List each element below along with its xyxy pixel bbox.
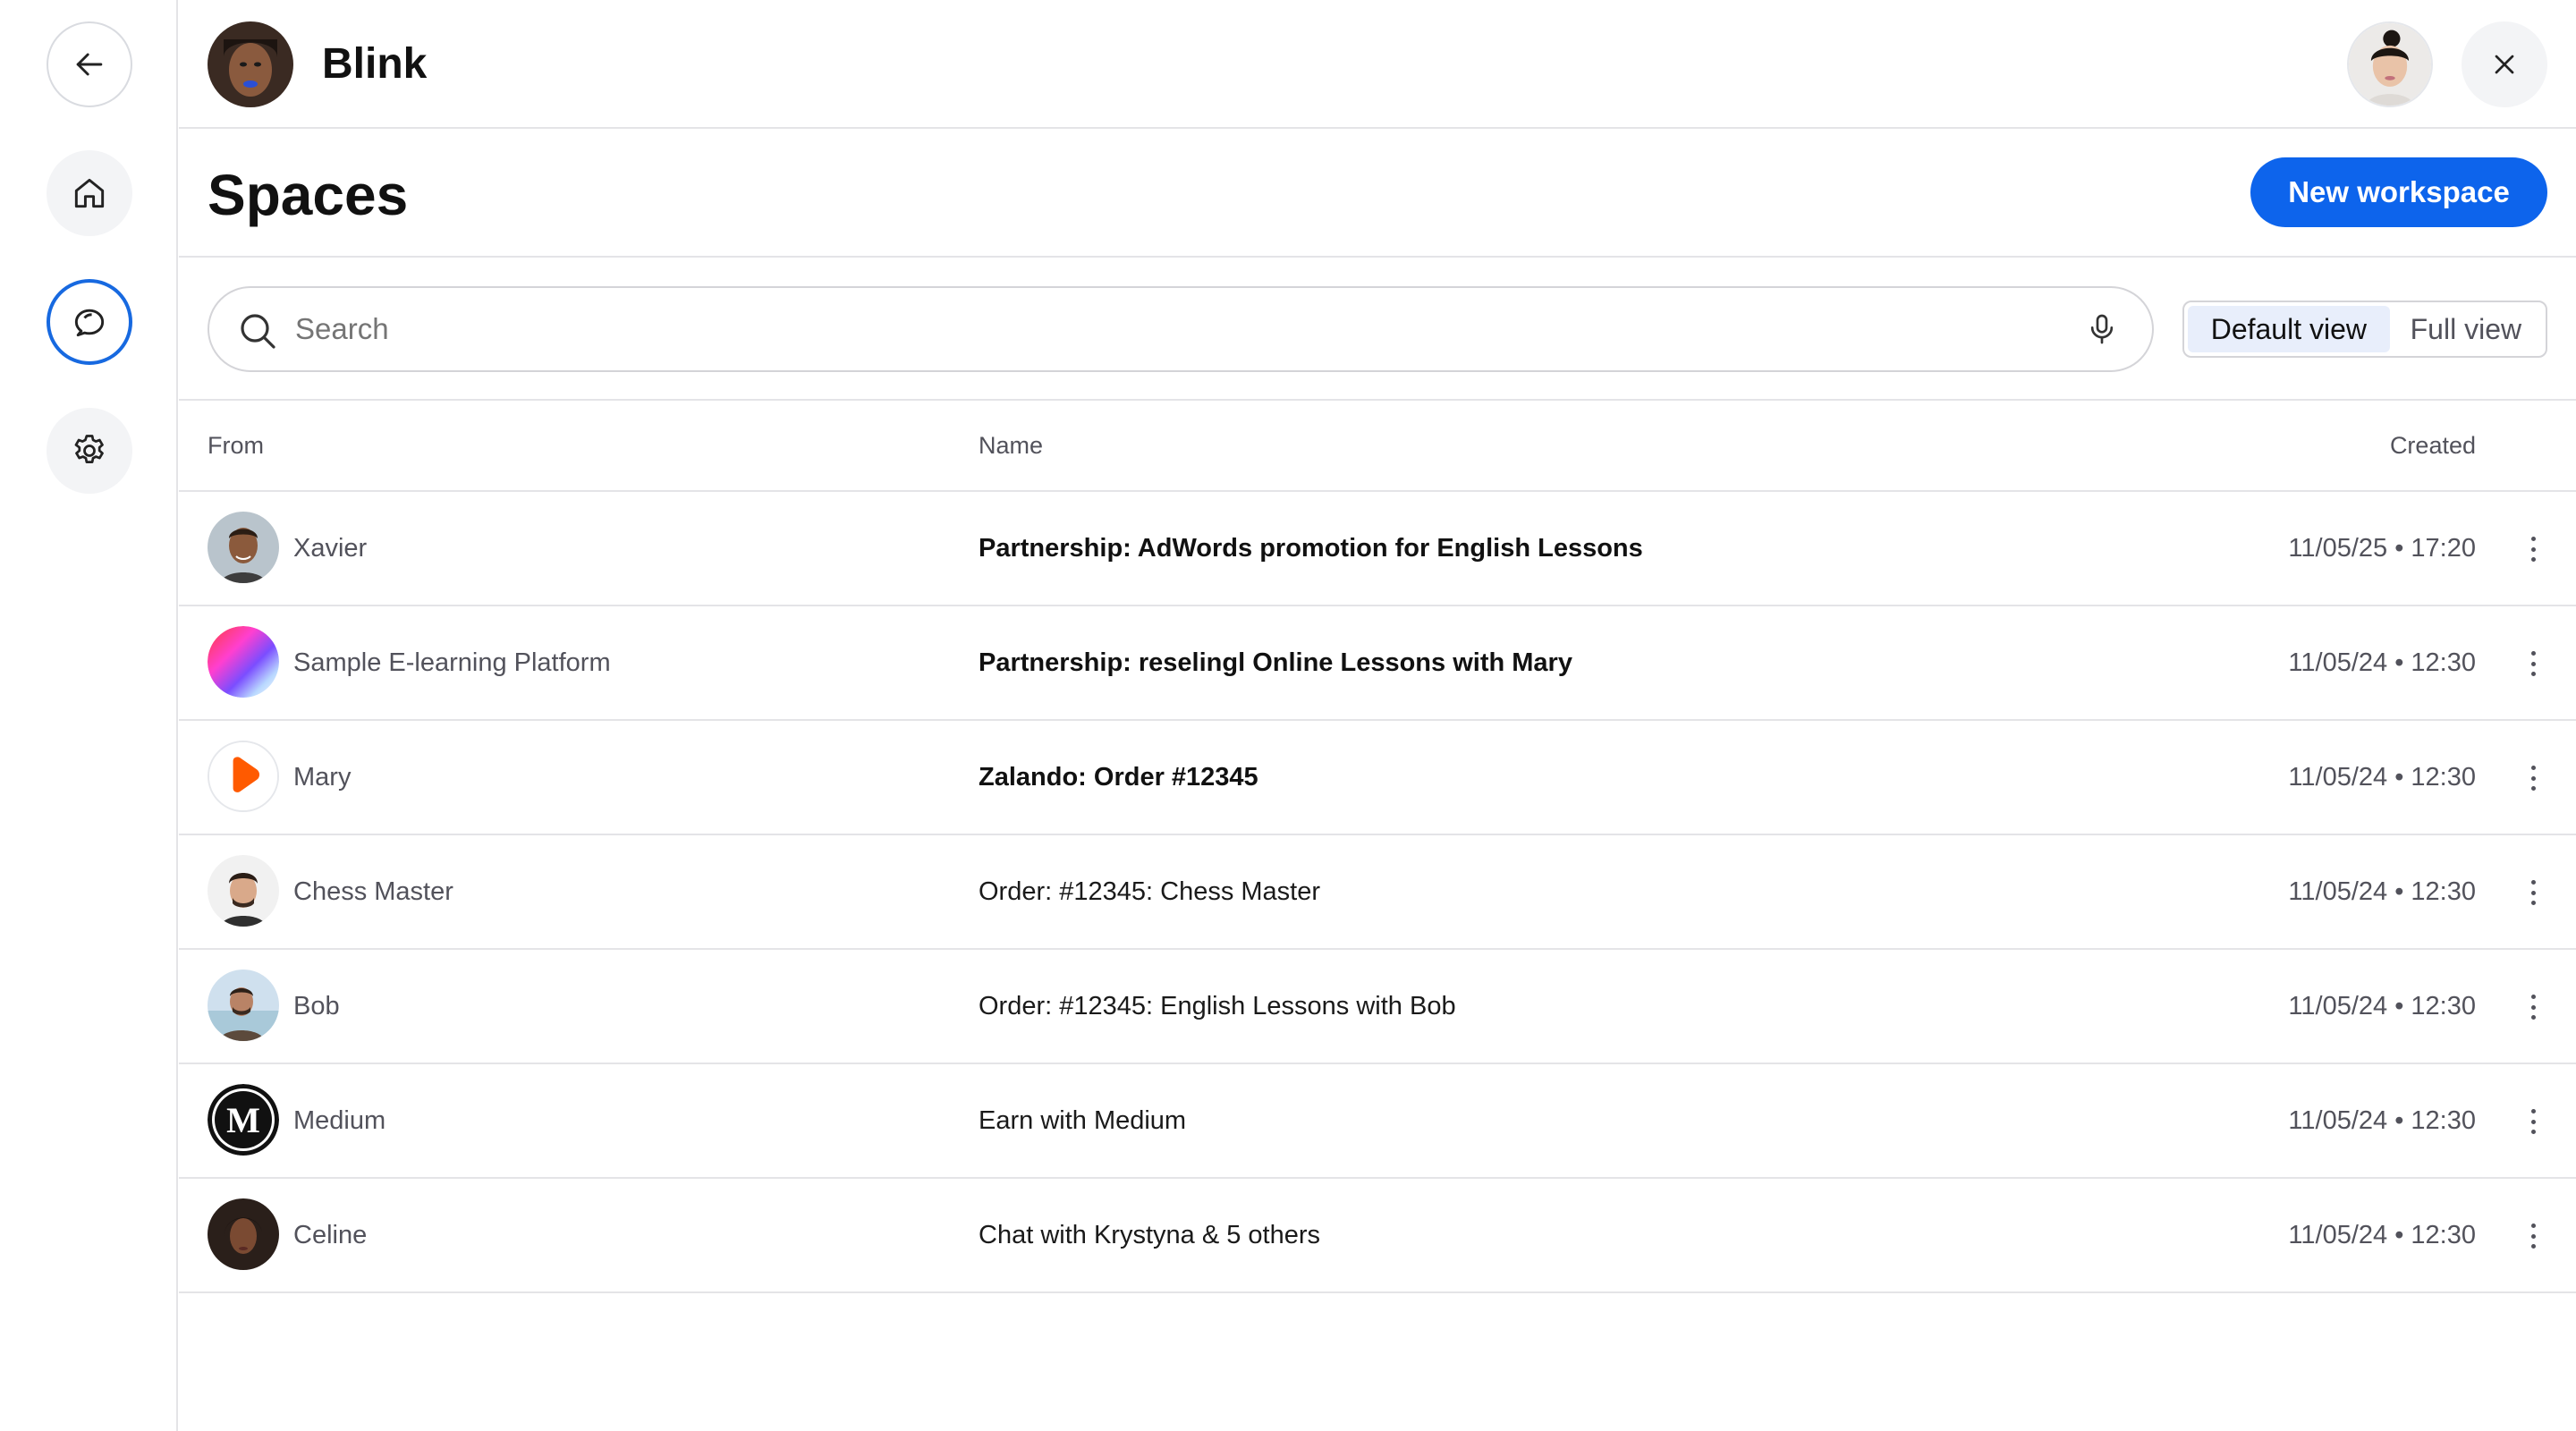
sender-avatar [208,855,279,927]
column-header-created[interactable]: Created [2390,401,2476,490]
top-bar: Blink [179,0,2576,129]
row-name: Order: #12345: Chess Master [979,877,1321,906]
row-created: 11/05/24 • 12:30 [2288,877,2476,906]
row-created: 11/05/24 • 12:30 [2288,648,2476,677]
more-vertical-icon[interactable] [2522,989,2544,1025]
sender-avatar [208,970,279,1041]
home-icon [74,178,105,208]
row-name: Earn with Medium [979,1106,1187,1135]
table-row[interactable]: Sample E-learning Platform Partnership: … [179,606,2576,721]
app-name: Blink [322,40,428,88]
chat-bubbles-icon [74,309,105,337]
home-button[interactable] [47,150,132,236]
view-toggle: Default view Full view [2182,301,2547,358]
sender-avatar [208,626,279,698]
spaces-list: Xavier Partnership: AdWords promotion fo… [179,492,2576,1293]
table-row[interactable]: Xavier Partnership: AdWords promotion fo… [179,492,2576,606]
row-name: Order: #12345: English Lessons with Bob [979,992,1456,1020]
row-name: Partnership: reselingl Online Lessons wi… [979,648,1572,677]
more-vertical-icon[interactable] [2522,646,2544,682]
title-bar: Spaces New workspace [179,129,2576,258]
spaces-button[interactable] [47,279,132,365]
gear-icon [74,435,104,464]
left-rail [0,0,178,1431]
row-from: Chess Master [293,877,453,906]
row-from: Sample E-learning Platform [293,648,611,677]
microphone-icon[interactable] [2084,311,2120,347]
row-created: 11/05/25 • 17:20 [2288,534,2476,563]
table-row[interactable]: Bob Order: #12345: English Lessons with … [179,950,2576,1064]
more-vertical-icon[interactable] [2522,760,2544,796]
row-name: Zalando: Order #12345 [979,763,1258,792]
back-arrow-icon [76,53,103,76]
search-input[interactable] [293,288,1993,370]
settings-button[interactable] [47,408,132,494]
page-title: Spaces [208,163,409,227]
svg-text:M: M [226,1100,260,1140]
close-button[interactable] [2462,21,2547,107]
row-from: Mary [293,763,352,792]
column-header-name[interactable]: Name [979,401,1043,490]
sender-avatar [208,512,279,583]
row-created: 11/05/24 • 12:30 [2288,763,2476,792]
sender-avatar [208,1198,279,1270]
row-created: 11/05/24 • 12:30 [2288,1106,2476,1135]
brand-avatar [208,21,293,107]
full-view-option[interactable]: Full view [2390,306,2542,352]
more-vertical-icon[interactable] [2522,1218,2544,1254]
table-row[interactable]: Celine Chat with Krystyna & 5 others 11/… [179,1179,2576,1293]
more-vertical-icon[interactable] [2522,875,2544,910]
row-from: Xavier [293,534,368,563]
more-vertical-icon[interactable] [2522,531,2544,567]
column-header-from[interactable]: From [208,401,264,490]
user-avatar[interactable] [2347,21,2433,107]
row-from: Medium [293,1106,386,1135]
medium-logo: M [208,1084,279,1156]
search-icon [241,314,275,349]
row-name: Partnership: AdWords promotion for Engli… [979,534,1643,563]
close-icon [2495,55,2514,74]
main-panel: Blink Spaces New workspace Search Defaul… [179,0,2576,1431]
back-button[interactable] [47,21,132,107]
sender-avatar [208,741,279,812]
search-bar: Default view Full view [179,258,2576,401]
row-created: 11/05/24 • 12:30 [2288,992,2476,1020]
table-row[interactable]: M Medium Earn with Medium 11/05/24 • 12:… [179,1064,2576,1179]
row-name: Chat with Krystyna & 5 others [979,1221,1320,1249]
table-row[interactable]: Chess Master Order: #12345: Chess Master… [179,835,2576,950]
row-created: 11/05/24 • 12:30 [2288,1221,2476,1249]
default-view-option[interactable]: Default view [2188,306,2390,352]
new-workspace-button[interactable]: New workspace [2250,157,2547,227]
table-row[interactable]: Mary Zalando: Order #12345 11/05/24 • 12… [179,721,2576,835]
row-from: Celine [293,1221,368,1249]
table-header: From Name Created [179,401,2576,492]
more-vertical-icon[interactable] [2522,1104,2544,1139]
row-from: Bob [293,992,340,1020]
search-box[interactable] [208,286,2154,372]
